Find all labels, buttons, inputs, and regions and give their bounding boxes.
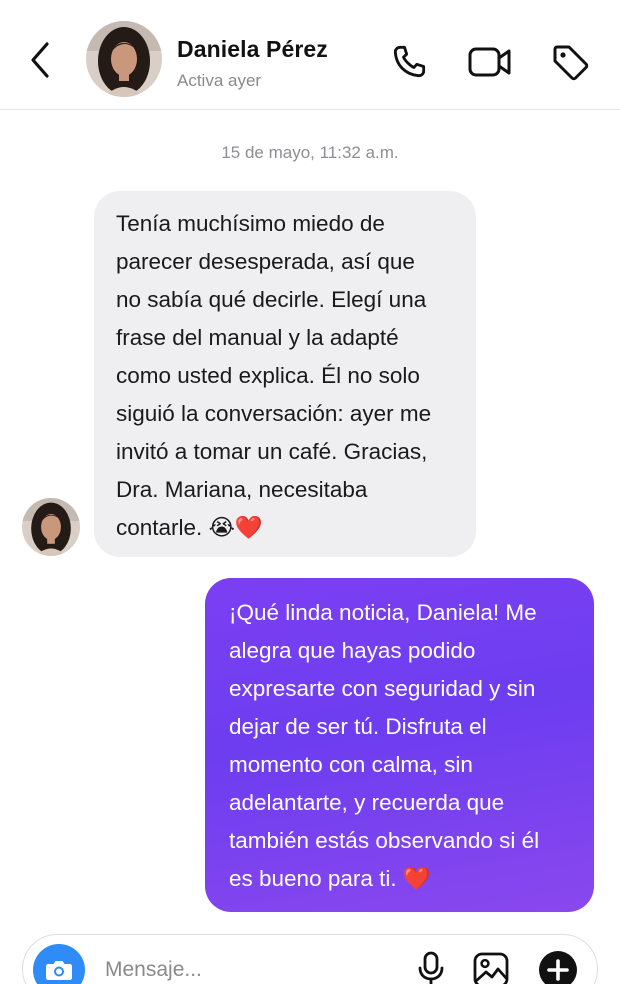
video-call-button[interactable]: [466, 38, 514, 86]
outgoing-message-text: ¡Qué linda noticia, Daniela! Me alegra q…: [229, 600, 540, 891]
image-icon: [473, 952, 509, 984]
contact-avatar[interactable]: [86, 21, 162, 97]
voice-call-button[interactable]: [385, 38, 433, 86]
incoming-message[interactable]: Tenía muchísimo miedo de parecer desespe…: [94, 191, 476, 557]
camera-icon: [46, 961, 72, 980]
message-timestamp: 15 de mayo, 11:32 a.m.: [221, 143, 399, 162]
message-input[interactable]: [105, 953, 395, 984]
video-camera-icon: [468, 47, 511, 77]
contact-name[interactable]: Daniela Pérez: [177, 36, 328, 63]
back-arrow-icon: [31, 42, 49, 78]
add-attachment-button[interactable]: [536, 947, 580, 984]
phone-icon: [393, 45, 426, 78]
contact-status: Activa ayer: [177, 71, 262, 90]
message-composer: [22, 934, 598, 984]
microphone-icon: [418, 951, 444, 984]
tag-icon: [553, 45, 589, 81]
incoming-message-text: Tenía muchísimo miedo de parecer desespe…: [116, 211, 432, 540]
camera-button[interactable]: [33, 944, 85, 984]
sender-avatar[interactable]: [22, 498, 80, 556]
voice-message-button[interactable]: [409, 947, 453, 984]
label-button[interactable]: [546, 38, 594, 86]
add-icon: [539, 951, 577, 984]
chat-header: Daniela Pérez Activa ayer: [0, 0, 620, 110]
outgoing-message[interactable]: ¡Qué linda noticia, Daniela! Me alegra q…: [205, 578, 594, 912]
back-button[interactable]: [22, 38, 58, 82]
gallery-button[interactable]: [469, 947, 513, 984]
